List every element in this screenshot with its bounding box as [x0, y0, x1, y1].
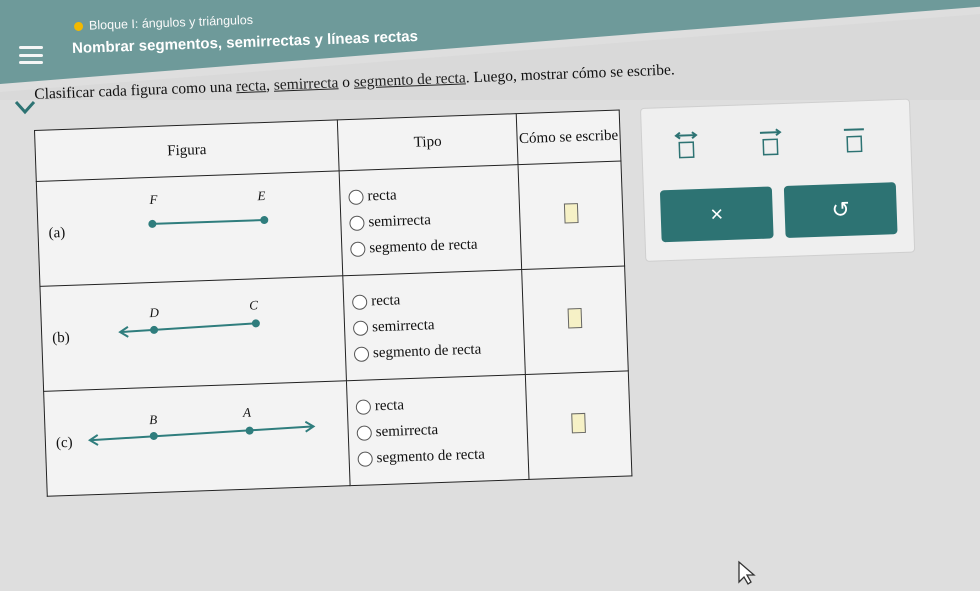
ray-figure	[118, 319, 260, 338]
answer-input[interactable]	[567, 307, 583, 328]
point-f-icon	[148, 219, 157, 228]
answer-cell	[525, 370, 632, 480]
answer-cell	[518, 161, 625, 270]
type-options: recta semirrecta segmento de recta	[339, 164, 522, 276]
figure-cell: (a) F E	[36, 170, 343, 287]
radio-icon[interactable]	[356, 424, 373, 441]
undo-button[interactable]: ↺	[783, 182, 898, 238]
table-row: (c) B A recta semirrecta segmento de rec…	[43, 370, 632, 497]
header-tipo: Tipo	[337, 113, 519, 171]
point-a-icon	[245, 426, 254, 435]
classification-table: Figura Tipo Cómo se escribe (a) F E rect…	[34, 109, 633, 497]
point-e-icon	[260, 216, 269, 225]
radio-icon[interactable]	[348, 189, 364, 205]
link-recta[interactable]: recta	[236, 77, 267, 95]
radio-icon[interactable]	[349, 215, 365, 231]
table-row: (a) F E recta semirrecta segmento de rec…	[36, 161, 625, 287]
radio-icon[interactable]	[355, 398, 372, 415]
table-row: (b) D C recta semirrecta segmento de rec…	[39, 265, 629, 392]
radio-icon[interactable]	[352, 319, 369, 336]
mouse-cursor-icon	[738, 560, 756, 585]
point-c-icon	[251, 319, 260, 328]
point-b-icon	[149, 432, 158, 441]
figure-cell: (c) B A	[43, 380, 351, 497]
radio-icon[interactable]	[350, 241, 366, 257]
figure-cell: (b) D C	[39, 275, 347, 392]
menu-icon[interactable]	[15, 40, 47, 70]
point-d-icon	[150, 325, 159, 334]
option-segmento[interactable]: segmento de recta	[350, 230, 520, 262]
answer-cell	[521, 265, 629, 375]
line-figure	[87, 420, 316, 446]
radio-icon[interactable]	[353, 345, 370, 362]
line-notation-icon[interactable]	[672, 129, 701, 162]
link-segmento[interactable]: segmento de recta	[354, 69, 466, 90]
segment-notation-icon[interactable]	[840, 123, 869, 156]
type-options: recta semirrecta segmento de recta	[346, 374, 529, 486]
type-options: recta semirrecta segmento de recta	[342, 269, 526, 381]
option-segmento[interactable]: segmento de recta	[353, 335, 524, 367]
radio-icon[interactable]	[351, 293, 368, 310]
answer-input[interactable]	[563, 202, 579, 224]
answer-input[interactable]	[571, 412, 586, 433]
notation-panel: × ↺	[640, 98, 916, 262]
radio-icon[interactable]	[357, 450, 373, 467]
ray-notation-icon[interactable]	[756, 126, 785, 159]
link-semirrecta[interactable]: semirrecta	[274, 74, 339, 93]
header-como: Cómo se escribe	[516, 110, 621, 165]
progress-dot-icon	[73, 21, 84, 31]
segment-figure	[148, 216, 269, 228]
clear-button[interactable]: ×	[659, 186, 774, 243]
option-segmento[interactable]: segmento de recta	[357, 440, 527, 472]
